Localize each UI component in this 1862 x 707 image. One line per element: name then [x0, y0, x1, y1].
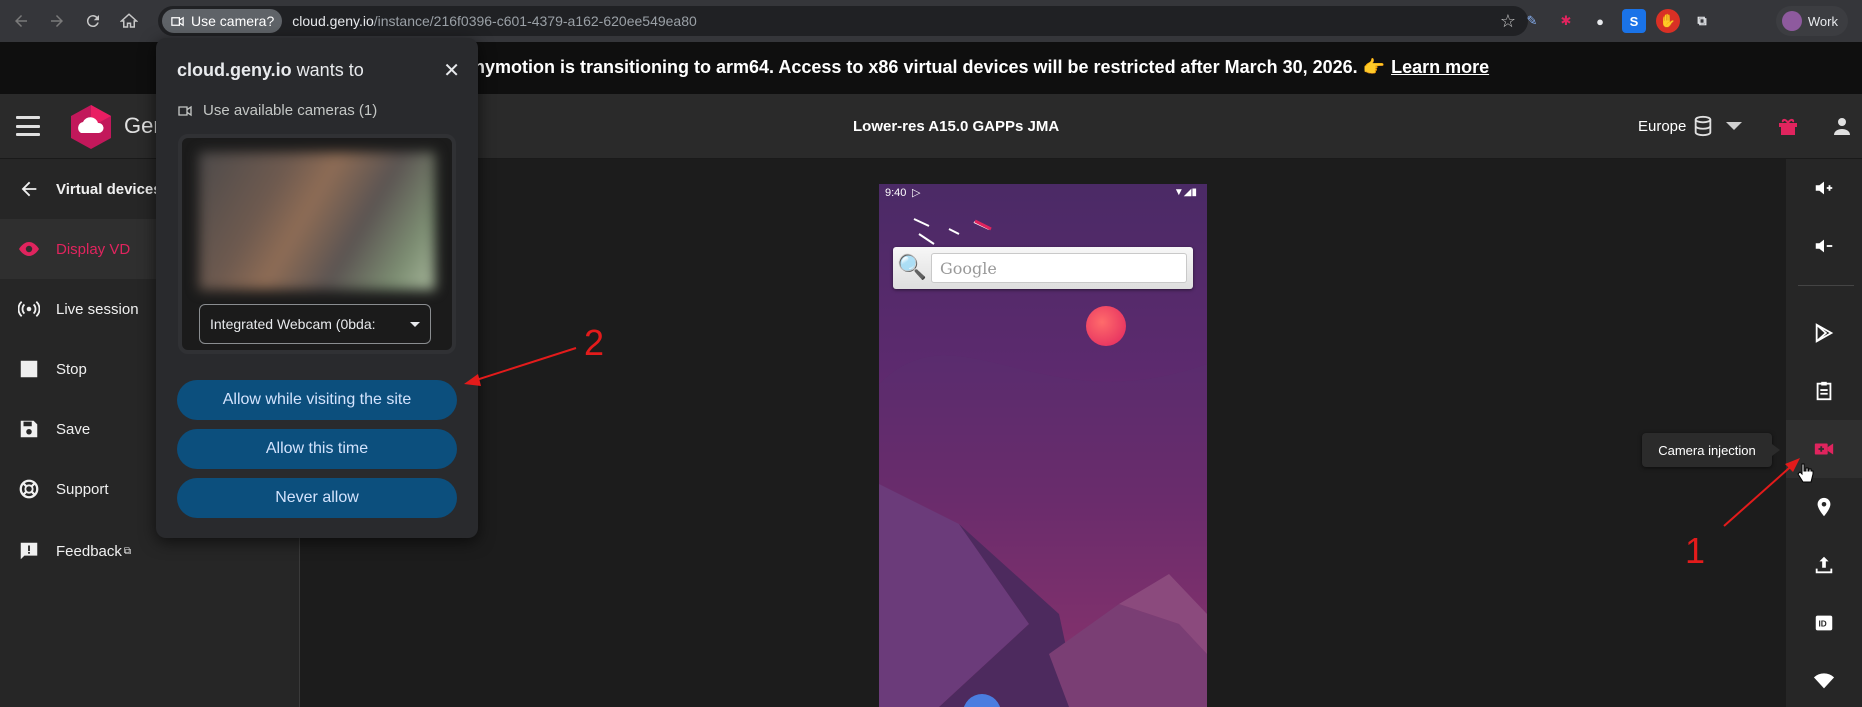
clipboard-icon — [1816, 381, 1832, 401]
profile-chip[interactable]: Work — [1775, 6, 1848, 36]
never-allow-button[interactable]: Never allow — [177, 478, 457, 518]
camera-preview: Integrated Webcam (0bda: — [178, 134, 456, 354]
camera-injection-tooltip: Camera injection — [1642, 433, 1780, 467]
file-upload-button[interactable] — [1786, 536, 1862, 594]
video-camera-icon — [178, 105, 192, 116]
permission-host: cloud.geny.io — [177, 60, 292, 80]
camera-permission-chip[interactable]: Use camera? — [162, 9, 283, 33]
wifi-icon — [1813, 673, 1835, 689]
id-card-icon: ID — [1815, 615, 1833, 631]
profile-name: Work — [1807, 13, 1838, 29]
permission-title-rest: wants to — [291, 60, 364, 80]
close-icon[interactable]: ✕ — [443, 58, 460, 83]
camera-select[interactable]: Integrated Webcam (0bda: — [199, 304, 431, 344]
save-icon — [17, 417, 41, 441]
upload-icon — [1815, 556, 1833, 574]
annotation-label-1: 1 — [1685, 530, 1706, 571]
s-extension-icon[interactable]: S — [1622, 9, 1646, 33]
arrow-left-icon — [17, 177, 41, 201]
sidebar-item-label: Save — [56, 420, 91, 438]
annotation-label-2: 2 — [584, 322, 605, 363]
permission-title: cloud.geny.io wants to — [177, 60, 364, 81]
camera-permission-row: Use available cameras (1) — [177, 102, 377, 119]
url-path: /instance/216f0396-c601-4379-a162-620ee5… — [373, 13, 697, 29]
banner-message: nymotion is transitioning to arm64. Acce… — [474, 57, 1386, 77]
network-button[interactable] — [1786, 652, 1862, 707]
permission-chip-label: Use camera? — [191, 13, 275, 29]
sidebar-item-label: Live session — [56, 300, 139, 318]
eye-icon — [17, 237, 41, 261]
avatar — [1781, 11, 1802, 31]
planet-decoration — [1086, 306, 1126, 346]
learn-more-link[interactable]: Learn more — [1391, 57, 1489, 77]
device-id-button[interactable]: ID — [1786, 594, 1862, 652]
hand-cursor-icon — [1797, 463, 1814, 483]
home-icon[interactable] — [114, 6, 144, 36]
android-screen[interactable]: 9:40 ▷ ▼◢▮ 🔍 Google — [879, 184, 1207, 707]
camera-preview-image — [199, 152, 435, 290]
location-pin-icon — [1817, 497, 1831, 517]
toolbar-divider — [1798, 285, 1854, 286]
volume-up-icon — [1815, 181, 1833, 195]
sidebar-item-label: Virtual devices — [56, 180, 162, 198]
video-camera-icon — [171, 16, 184, 26]
bookmark-star-icon[interactable]: ☆ — [1500, 11, 1516, 32]
back-icon[interactable] — [6, 6, 36, 36]
volume-up-button[interactable] — [1786, 159, 1862, 217]
status-time: 9:40 — [885, 187, 907, 199]
browser-toolbar: Use camera? cloud.geny.io/instance/216f0… — [0, 0, 1862, 42]
eyedropper-extension-icon[interactable]: ✎ — [1520, 9, 1544, 33]
address-bar[interactable]: Use camera? cloud.geny.io/instance/216f0… — [158, 6, 1528, 36]
broadcast-icon — [17, 297, 41, 321]
extensions-bar: ✎ ✱ ● S ✋ ⧉ — [1520, 6, 1714, 36]
play-store-notification-icon: ▷ — [912, 187, 921, 199]
banner-text: nymotion is transitioning to arm64. Acce… — [474, 57, 1489, 78]
extension-icon[interactable]: ✱ — [1554, 9, 1578, 33]
reload-icon[interactable] — [78, 6, 108, 36]
puzzle-extensions-icon[interactable]: ⧉ — [1690, 9, 1714, 33]
allow-while-visiting-button[interactable]: Allow while visiting the site — [177, 380, 457, 420]
sidebar-item-label: Stop — [56, 360, 87, 378]
region-label[interactable]: Europe — [1638, 118, 1686, 135]
gps-button[interactable] — [1786, 478, 1862, 536]
dropdown-caret-icon — [410, 322, 420, 327]
github-icon[interactable]: ● — [1588, 9, 1612, 33]
database-icon[interactable] — [1692, 115, 1714, 137]
menu-icon[interactable] — [16, 116, 40, 136]
url-text[interactable]: cloud.geny.io/instance/216f0396-c601-437… — [292, 13, 697, 29]
stop-icon — [17, 357, 41, 381]
external-link-icon: ⧉ — [123, 545, 132, 557]
camera-injection-icon — [1814, 443, 1834, 455]
camera-row-label: Use available cameras (1) — [203, 102, 378, 119]
camera-select-value: Integrated Webcam (0bda: — [210, 316, 376, 332]
volume-down-icon — [1815, 239, 1833, 253]
play-store-icon — [1815, 323, 1834, 343]
gapps-button[interactable] — [1786, 304, 1862, 362]
system-status-icons: ▼◢▮ — [1173, 187, 1197, 198]
sidebar-item-label: Support — [56, 480, 109, 498]
svg-text:ID: ID — [1819, 620, 1827, 629]
feedback-icon — [17, 539, 41, 563]
gift-icon[interactable] — [1776, 114, 1800, 138]
sidebar-item-label: Display VD — [56, 240, 131, 258]
google-search-widget[interactable]: 🔍 Google — [893, 247, 1193, 289]
google-search-input[interactable]: Google — [931, 253, 1187, 283]
allow-this-time-button[interactable]: Allow this time — [177, 429, 457, 469]
genymotion-logo — [71, 105, 111, 149]
lifebuoy-icon — [17, 477, 41, 501]
camera-permission-dialog: cloud.geny.io wants to ✕ Use available c… — [156, 38, 478, 538]
hand-extension-icon[interactable]: ✋ — [1656, 9, 1680, 33]
screen: Use camera? cloud.geny.io/instance/216f0… — [0, 0, 1862, 707]
sidebar-item-label: Feedback — [56, 542, 122, 560]
volume-down-button[interactable] — [1786, 217, 1862, 275]
clipboard-button[interactable] — [1786, 362, 1862, 420]
forward-icon[interactable] — [42, 6, 72, 36]
url-host: cloud.geny.io — [292, 13, 374, 29]
user-icon[interactable] — [1830, 114, 1854, 138]
device-title: Lower-res A15.0 GAPPs JMA — [853, 118, 1060, 135]
status-bar: 9:40 ▷ ▼◢▮ — [879, 184, 1207, 202]
chevron-down-icon[interactable] — [1726, 122, 1742, 130]
magnifier-icon: 🔍 — [897, 254, 927, 281]
device-toolbar: ID — [1786, 159, 1862, 707]
